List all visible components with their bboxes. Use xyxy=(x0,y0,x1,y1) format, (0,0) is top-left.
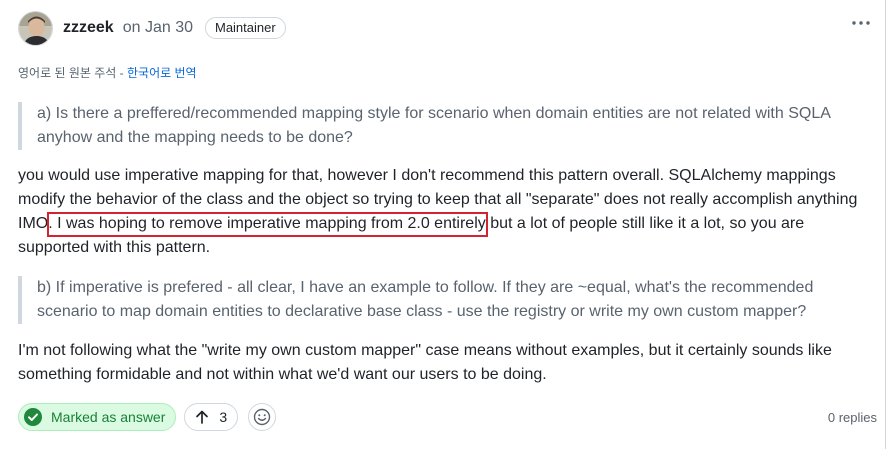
comment-date[interactable]: on Jan 30 xyxy=(123,19,193,37)
smiley-icon xyxy=(253,408,271,426)
translation-note: 영어로 된 원본 주석 xyxy=(18,66,117,80)
answer-paragraph-1: you would use imperative mapping for tha… xyxy=(18,167,858,256)
replies-count[interactable]: 0 replies xyxy=(828,410,877,425)
translation-bar: 영어로 된 원본 주석 - 한국어로 번역 xyxy=(18,64,197,81)
add-reaction-button[interactable] xyxy=(248,403,277,431)
avatar[interactable] xyxy=(18,10,53,46)
kebab-horizontal-icon[interactable] xyxy=(851,16,871,30)
comment-header: zzzeek on Jan 30 Maintainer xyxy=(18,10,286,46)
comment-footer: Marked as answer 3 xyxy=(18,403,277,431)
blockquote-question-b: b) If imperative is prefered - all clear… xyxy=(18,276,867,324)
marked-as-answer-label: Marked as answer xyxy=(51,409,166,425)
upvote-count: 3 xyxy=(219,409,228,425)
comment-author[interactable]: zzzeek xyxy=(63,19,114,37)
upvote-button[interactable]: 3 xyxy=(184,403,239,431)
check-circle-icon xyxy=(24,408,42,426)
answer-paragraph-2: I'm not following what the "write my own… xyxy=(18,342,832,383)
maintainer-badge: Maintainer xyxy=(204,17,286,39)
marked-as-answer-button[interactable]: Marked as answer xyxy=(18,403,177,431)
arrow-up-icon xyxy=(196,410,209,424)
blockquote-question-a: a) Is there a preffered/recommended mapp… xyxy=(18,102,867,150)
translate-link[interactable]: 한국어로 번역 xyxy=(127,66,197,80)
translation-separator: - xyxy=(116,66,127,80)
